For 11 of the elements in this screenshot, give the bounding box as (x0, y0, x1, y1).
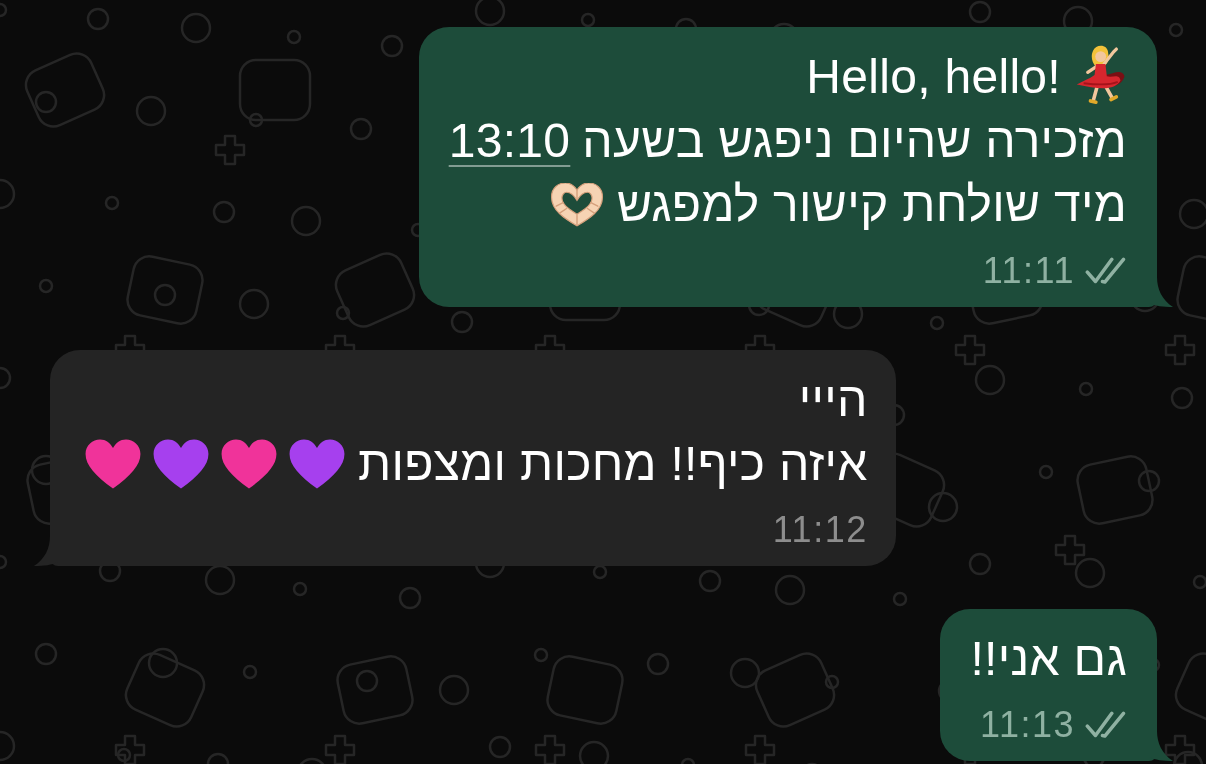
heart-hands-emoji-icon (548, 183, 605, 227)
message-text: איזה כיף!! מחכות ומצפות (358, 437, 868, 490)
message-text: מזכירה שהיום ניפגש בשעה (582, 114, 1127, 167)
message-text: מיד שולחת קישור למפגש (616, 178, 1127, 231)
message-time: 11:13 (980, 705, 1075, 745)
message-time: 11:11 (982, 251, 1075, 291)
message-text: Hello, hello! (806, 50, 1061, 103)
message-text: הייי (798, 373, 868, 426)
message-text: גם אני!! (970, 632, 1127, 685)
time-link[interactable]: 13:10 (448, 114, 571, 167)
message-time: 11:12 (772, 510, 868, 550)
